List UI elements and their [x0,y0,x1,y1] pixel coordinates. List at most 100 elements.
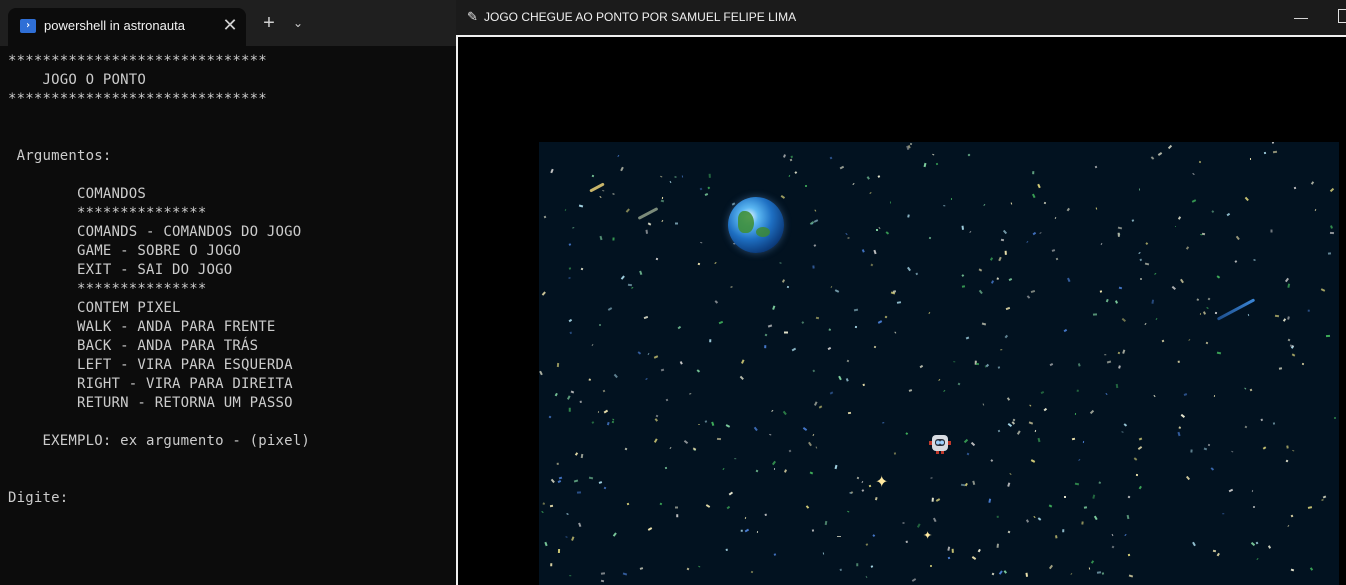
star-particle [602,389,606,393]
star-particle [861,489,864,493]
chevron-down-icon[interactable]: ⌄ [290,14,306,32]
star-particle [680,361,683,365]
star-particle [1203,311,1207,315]
star-particle [1186,475,1191,480]
star-particle [865,575,868,578]
star-particle [933,517,937,523]
star-particle [988,498,991,503]
star-particle [1256,558,1259,561]
minimize-button[interactable]: — [1292,8,1310,26]
star-particle [1043,201,1047,204]
star-particle [871,263,874,267]
star-particle [953,361,955,363]
star-particle [1301,363,1304,365]
star-particle [1095,207,1098,210]
star-particle [1271,142,1274,144]
star-particle [1030,290,1036,293]
star-particle [580,401,582,404]
star-particle [1037,437,1041,443]
space-debris [637,207,659,220]
star-particle [740,375,745,380]
star-particle [846,377,850,382]
star-particle [1199,312,1201,315]
star-particle [718,321,724,325]
earth-planet [728,197,784,253]
star-particle [653,438,658,443]
star-particle [829,156,832,160]
star-particle [1231,450,1234,453]
star-particle [745,528,750,533]
star-particle [882,421,885,423]
star-particle [664,466,667,470]
star-particle [1097,572,1102,575]
star-particle [598,323,601,326]
star-particle [1118,351,1121,354]
star-particle [1191,199,1197,203]
star-particle [1205,341,1209,344]
star-particle [805,505,810,509]
star-particle [978,549,981,553]
star-particle [813,244,816,247]
star-particle [654,418,658,422]
star-particle [844,232,848,235]
star-particle [1287,315,1290,320]
star-particle [1214,311,1218,314]
terminal-output[interactable]: ****************************** JOGO O PO… [8,52,454,582]
star-particle [1188,338,1191,341]
terminal-line: LEFT - VIRA PARA ESQUERDA [8,357,293,373]
star-particle [1107,360,1112,364]
star-particle [622,572,627,576]
star-particle [1017,430,1021,435]
star-particle [621,276,625,281]
star-particle [1081,520,1084,525]
star-particle [1030,458,1036,463]
star-particle [1078,459,1080,461]
star-particle [726,506,731,510]
star-particle [772,460,777,465]
star-particle [1115,383,1118,388]
star-particle [1063,329,1067,332]
star-particle [566,513,569,515]
star-particle [1175,225,1177,228]
star-particle [943,205,945,207]
star-particle [1094,515,1099,520]
star-particle [689,392,692,394]
star-particle [681,176,683,178]
star-particle [1314,208,1316,212]
star-particle [1252,505,1255,508]
maximize-button[interactable] [1338,9,1346,23]
star-particle [1092,313,1097,316]
star-particle [814,401,818,407]
star-particle [1178,426,1181,429]
star-particle [1267,544,1271,549]
game-canvas[interactable]: ✦ ✦ [539,142,1339,585]
star-particle [767,324,773,328]
star-particle [1245,196,1250,201]
star-particle [782,411,787,416]
star-particle [1111,533,1114,536]
terminal-line: GAME - SOBRE O JOGO [8,243,241,259]
star-particle [631,286,633,289]
star-particle [773,468,775,471]
new-tab-button[interactable]: + [260,13,278,33]
star-particle [865,543,869,546]
star-particle [804,184,807,187]
star-particle [868,484,871,488]
star-particle [578,523,582,528]
star-particle [1273,422,1276,425]
star-particle [601,572,606,575]
star-particle [890,202,892,204]
star-particle [580,453,584,458]
star-particle [816,446,818,449]
close-icon[interactable]: ✕ [220,15,240,35]
star-particle [660,199,664,203]
star-particle [957,382,961,386]
star-particle [1311,180,1315,185]
star-particle [1026,519,1030,523]
star-particle [1098,481,1101,484]
star-particle [938,378,941,381]
star-particle [981,322,986,325]
star-particle [769,433,771,436]
terminal-tab[interactable]: › powershell in astronauta ✕ [8,8,246,46]
star-particle [567,396,571,401]
